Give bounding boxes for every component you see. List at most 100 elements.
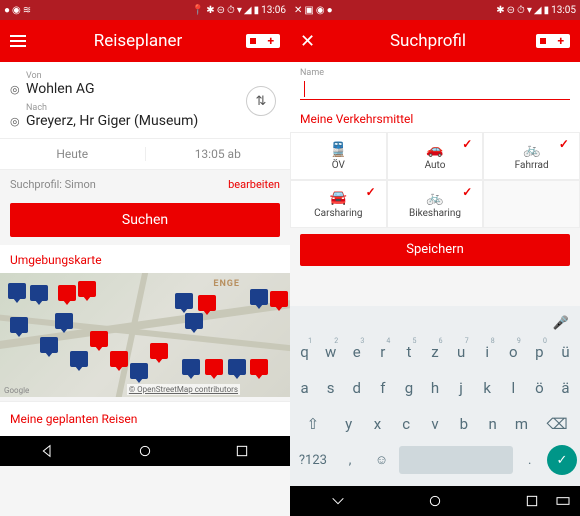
key-d[interactable]: d bbox=[345, 372, 368, 404]
key-u[interactable]: u7 bbox=[450, 336, 473, 368]
key-p[interactable]: p0 bbox=[528, 336, 551, 368]
key-j[interactable]: j bbox=[450, 372, 473, 404]
mode-bikesharing[interactable]: ✓ 🚲 Bikesharing bbox=[387, 180, 484, 228]
keyboard-suggest-bar: 🎤 bbox=[293, 310, 577, 336]
key-b[interactable]: b bbox=[451, 408, 477, 440]
mode-label: Fahrrad bbox=[515, 160, 549, 171]
key-k[interactable]: k bbox=[476, 372, 499, 404]
nav-back[interactable] bbox=[329, 492, 347, 510]
key-n[interactable]: n bbox=[480, 408, 506, 440]
time-cell[interactable]: 13:05 ab bbox=[146, 147, 291, 161]
period-key[interactable]: . bbox=[516, 444, 544, 476]
route-input-block: ◎ Von Wohlen AG ◎ Nach Greyerz, Hr Giger… bbox=[0, 62, 290, 138]
key-s[interactable]: s bbox=[319, 372, 342, 404]
key-ä[interactable]: ä bbox=[554, 372, 577, 404]
backspace-key[interactable]: ⌫ bbox=[537, 408, 577, 440]
bike-icon: 🚲 bbox=[523, 142, 540, 158]
date-cell[interactable]: Heute bbox=[0, 147, 146, 161]
map-section-title: Umgebungskarte bbox=[0, 245, 290, 273]
search-button[interactable]: Suchen bbox=[10, 203, 280, 237]
sbb-logo bbox=[246, 34, 280, 48]
edit-profile-link[interactable]: bearbeiten bbox=[228, 178, 280, 191]
mode-empty bbox=[483, 180, 580, 228]
transport-grid: 🚆 ÖV ✓ 🚗 Auto ✓ 🚲 Fahrrad ✓ 🚘 Carsharing… bbox=[290, 132, 580, 228]
emoji-key[interactable]: ☺ bbox=[367, 444, 395, 476]
mode-label: Bikesharing bbox=[409, 208, 461, 219]
close-button[interactable]: ✕ bbox=[300, 31, 320, 52]
screen-suchprofil: ✕▣◉● ✱⊝⏱▾◢▮13:05 ✕ Suchprofil Name Meine… bbox=[290, 0, 580, 516]
osm-attribution[interactable]: © OpenStreetMap contributors bbox=[127, 384, 240, 395]
from-label: Von bbox=[26, 71, 280, 81]
menu-button[interactable] bbox=[10, 35, 30, 47]
nav-keyboard[interactable] bbox=[554, 492, 572, 510]
swap-button[interactable]: ⇅ bbox=[246, 86, 276, 116]
carshare-icon: 🚘 bbox=[330, 190, 347, 206]
clock: 13:05 bbox=[551, 5, 576, 16]
map-view[interactable]: ENGE Google © OpenStreetMap contributors bbox=[0, 273, 290, 397]
screen-reiseplaner: ●◉≋ 📍✱⊝⏱▾◢▮13:06 Reiseplaner ◎ Von Wohle… bbox=[0, 0, 290, 516]
key-e[interactable]: e3 bbox=[345, 336, 368, 368]
mic-icon[interactable]: 🎤 bbox=[553, 316, 569, 331]
kb-row-3: ⇧ yxcvbnm ⌫ bbox=[293, 408, 577, 440]
symbols-key[interactable]: ?123 bbox=[293, 444, 333, 476]
transport-section-title: Meine Verkehrsmittel bbox=[290, 102, 580, 132]
text-cursor bbox=[304, 81, 305, 97]
key-m[interactable]: m bbox=[509, 408, 535, 440]
mode-ov[interactable]: 🚆 ÖV bbox=[290, 132, 387, 180]
key-y[interactable]: y bbox=[336, 408, 362, 440]
mode-auto[interactable]: ✓ 🚗 Auto bbox=[387, 132, 484, 180]
key-i[interactable]: i8 bbox=[476, 336, 499, 368]
nav-back[interactable] bbox=[39, 442, 57, 460]
location-pin-icon: ◎ bbox=[10, 71, 26, 96]
mode-fahrrad[interactable]: ✓ 🚲 Fahrrad bbox=[483, 132, 580, 180]
to-label: Nach bbox=[26, 103, 280, 113]
nav-recent[interactable] bbox=[233, 442, 251, 460]
key-ü[interactable]: ü bbox=[554, 336, 577, 368]
page-title: Reiseplaner bbox=[30, 31, 246, 51]
key-w[interactable]: w2 bbox=[319, 336, 342, 368]
check-icon: ✓ bbox=[366, 185, 376, 199]
check-icon: ✓ bbox=[462, 137, 472, 151]
clock: 13:06 bbox=[261, 5, 286, 16]
key-l[interactable]: l bbox=[502, 372, 525, 404]
nav-home[interactable] bbox=[136, 442, 154, 460]
from-value: Wohlen AG bbox=[26, 81, 280, 97]
key-r[interactable]: r4 bbox=[371, 336, 394, 368]
datetime-row[interactable]: Heute 13:05 ab bbox=[0, 138, 290, 170]
android-nav bbox=[290, 486, 580, 516]
train-icon: 🚆 bbox=[330, 142, 347, 158]
mode-carsharing[interactable]: ✓ 🚘 Carsharing bbox=[290, 180, 387, 228]
app-header: ✕ Suchprofil bbox=[290, 20, 580, 62]
page-title: Suchprofil bbox=[320, 31, 536, 51]
to-field[interactable]: ◎ Nach Greyerz, Hr Giger (Museum) bbox=[10, 100, 280, 132]
space-key[interactable] bbox=[399, 446, 513, 474]
check-icon: ✓ bbox=[462, 185, 472, 199]
key-a[interactable]: a bbox=[293, 372, 316, 404]
car-icon: 🚗 bbox=[426, 142, 443, 158]
enter-key[interactable]: ✓ bbox=[547, 445, 577, 475]
key-v[interactable]: v bbox=[422, 408, 448, 440]
android-nav bbox=[0, 436, 290, 466]
save-button[interactable]: Speichern bbox=[300, 234, 570, 266]
comma-key[interactable]: , bbox=[336, 444, 364, 476]
key-z[interactable]: z6 bbox=[423, 336, 446, 368]
status-bar: ●◉≋ 📍✱⊝⏱▾◢▮13:06 bbox=[0, 0, 290, 20]
key-t[interactable]: t5 bbox=[397, 336, 420, 368]
key-f[interactable]: f bbox=[371, 372, 394, 404]
key-ö[interactable]: ö bbox=[528, 372, 551, 404]
key-q[interactable]: q1 bbox=[293, 336, 316, 368]
nav-home[interactable] bbox=[426, 492, 444, 510]
from-field[interactable]: ◎ Von Wohlen AG bbox=[10, 68, 280, 100]
planned-trips-title[interactable]: Meine geplanten Reisen bbox=[0, 401, 290, 436]
status-bar: ✕▣◉● ✱⊝⏱▾◢▮13:05 bbox=[290, 0, 580, 20]
key-c[interactable]: c bbox=[393, 408, 419, 440]
location-pin-icon: ◎ bbox=[10, 103, 26, 128]
key-o[interactable]: o9 bbox=[502, 336, 525, 368]
shift-key[interactable]: ⇧ bbox=[293, 408, 333, 440]
key-x[interactable]: x bbox=[365, 408, 391, 440]
kb-row-1: q1w2e3r4t5z6u7i8o9p0ü bbox=[293, 336, 577, 368]
key-h[interactable]: h bbox=[423, 372, 446, 404]
name-input-block: Name bbox=[290, 62, 580, 102]
nav-recent[interactable] bbox=[523, 492, 541, 510]
key-g[interactable]: g bbox=[397, 372, 420, 404]
